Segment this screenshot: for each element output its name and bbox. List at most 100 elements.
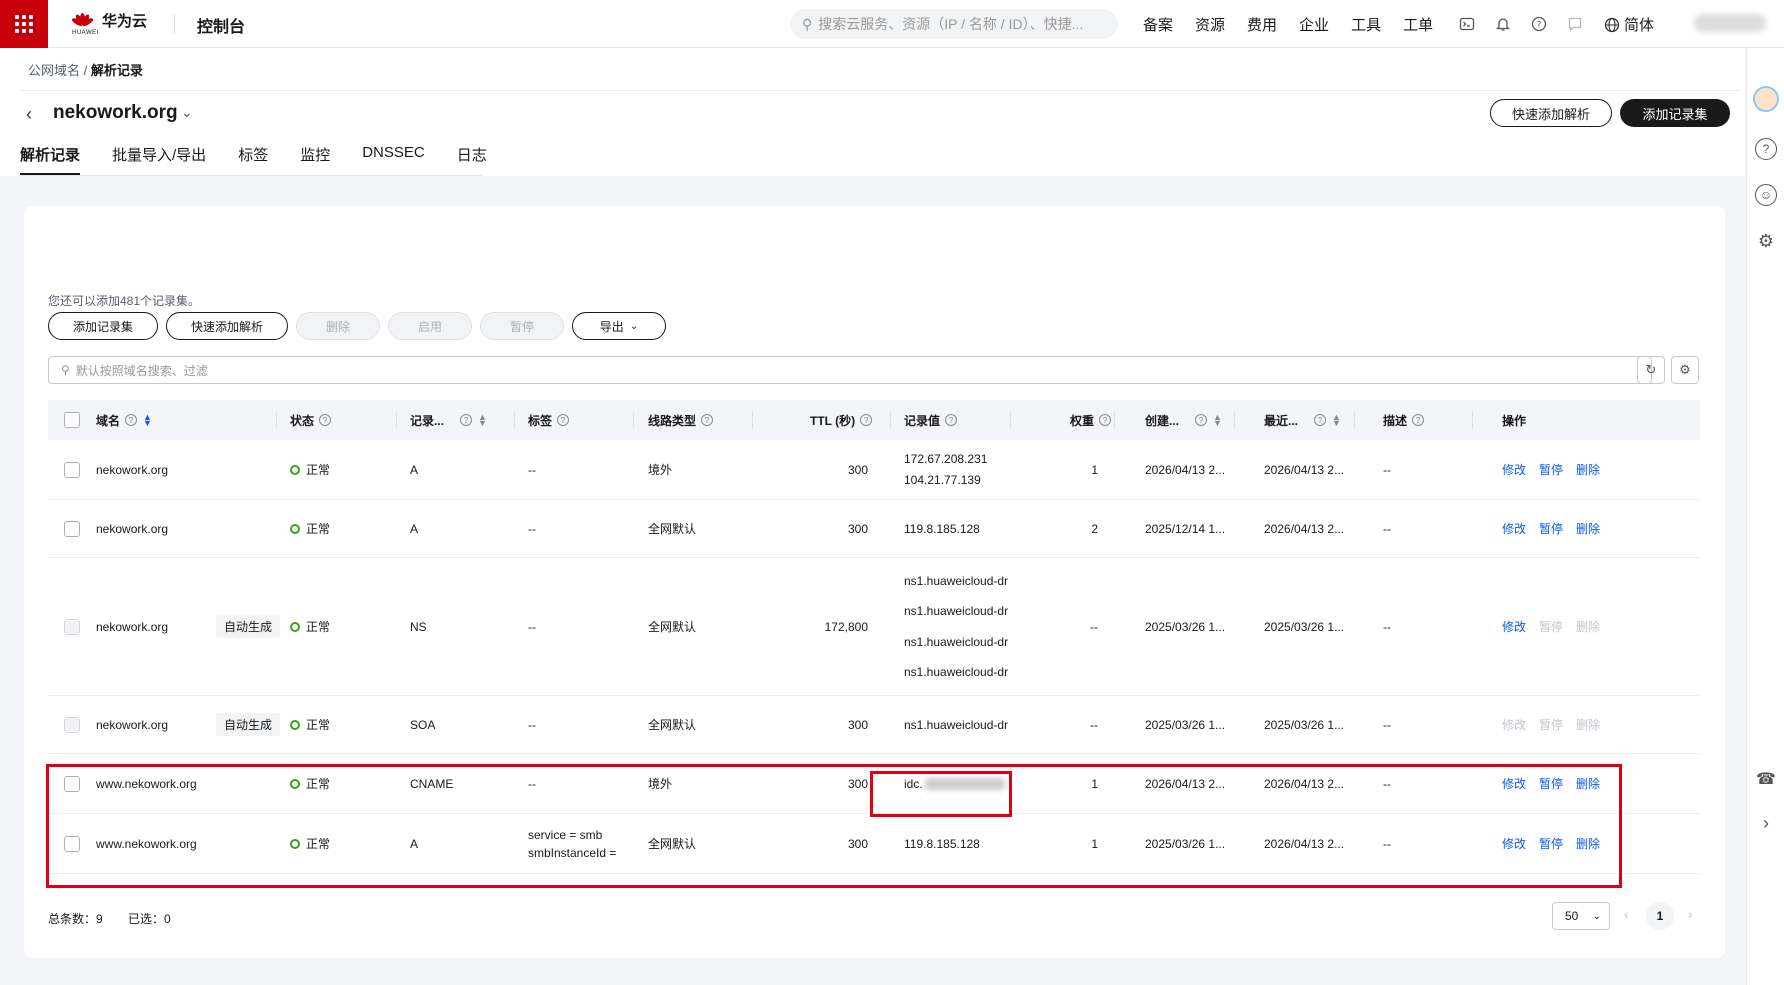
cell-line: 境外 xyxy=(648,463,673,477)
col-type[interactable]: 记录... ? ▲ ▼ xyxy=(410,400,487,440)
select-all-checkbox[interactable] xyxy=(64,412,80,428)
chevron-down-icon: ⌄ xyxy=(1592,910,1601,922)
help-icon[interactable]: ? xyxy=(860,414,873,426)
add-recordset-toolbar-button[interactable]: 添加记录集 xyxy=(48,312,158,340)
page-size-select[interactable]: 50 ⌄ xyxy=(1552,902,1610,930)
chevron-right-icon[interactable]: › xyxy=(1755,812,1777,834)
next-page-chevron-right-icon[interactable]: › xyxy=(1688,906,1693,922)
edit-link[interactable]: 修改 xyxy=(1502,775,1526,792)
delete-link[interactable]: 删除 xyxy=(1576,520,1600,537)
edit-link[interactable]: 修改 xyxy=(1502,835,1526,852)
console-title[interactable]: 控制台 xyxy=(197,13,245,37)
pause-link[interactable]: 暂停 xyxy=(1539,775,1563,792)
quick-add-resolution-button[interactable]: 快速添加解析 xyxy=(1490,99,1612,127)
current-page[interactable]: 1 xyxy=(1646,902,1674,930)
sort-icon[interactable]: ▲ ▼ xyxy=(1213,413,1222,428)
tab-records[interactable]: 解析记录 xyxy=(20,144,81,175)
cell-status: 正常 xyxy=(290,558,330,695)
row-checkbox[interactable] xyxy=(64,775,80,792)
pause-link[interactable]: 暂停 xyxy=(1539,716,1563,733)
edit-link[interactable]: 修改 xyxy=(1502,618,1526,635)
record-search-input[interactable]: ⚲ 默认按照域名搜索、过滤 xyxy=(48,356,1652,384)
help-icon[interactable]: ? xyxy=(945,414,958,426)
help-icon[interactable]: ? xyxy=(1195,414,1208,426)
user-account-menu[interactable] xyxy=(1694,14,1766,32)
prev-page-chevron-left-icon[interactable]: ‹ xyxy=(1624,906,1629,922)
nav-tools[interactable]: 工具 xyxy=(1351,14,1381,35)
terminal-icon[interactable] xyxy=(1456,13,1478,35)
tab-dnssec[interactable]: DNSSEC xyxy=(362,144,425,175)
sort-icon[interactable]: ▲ ▼ xyxy=(1332,413,1341,428)
help-icon[interactable]: ? xyxy=(701,414,714,426)
help-icon[interactable]: ? xyxy=(319,414,332,426)
help-icon[interactable]: ? xyxy=(460,414,473,426)
help-icon[interactable]: ? xyxy=(1314,414,1327,426)
quick-add-toolbar-button[interactable]: 快速添加解析 xyxy=(166,312,288,340)
export-dropdown-button[interactable]: 导出 ⌄ xyxy=(572,312,666,340)
delete-link[interactable]: 删除 xyxy=(1576,835,1600,852)
col-domain[interactable]: 域名 ? ▲ ▼ xyxy=(96,400,152,440)
col-separator xyxy=(396,412,397,428)
cell-tag: -- xyxy=(528,521,536,536)
tab-monitor[interactable]: 监控 xyxy=(300,144,330,175)
feedback-icon[interactable] xyxy=(1564,13,1586,35)
row-checkbox[interactable] xyxy=(64,835,80,852)
nav-filing[interactable]: 备案 xyxy=(1143,14,1173,35)
service-menu-button[interactable] xyxy=(0,0,48,48)
assistant-avatar-icon[interactable] xyxy=(1753,86,1779,112)
smiley-icon[interactable]: ☺ xyxy=(1755,184,1777,206)
add-recordset-button[interactable]: 添加记录集 xyxy=(1620,99,1730,127)
help-icon[interactable]: ? xyxy=(1412,414,1425,426)
delete-link[interactable]: 删除 xyxy=(1576,461,1600,478)
back-arrow-icon[interactable]: ‹ xyxy=(26,104,32,125)
sort-icon[interactable]: ▲ ▼ xyxy=(143,413,152,428)
edit-link[interactable]: 修改 xyxy=(1502,520,1526,537)
pause-toolbar-button[interactable]: 暂停 xyxy=(480,312,564,340)
pause-link[interactable]: 暂停 xyxy=(1539,461,1563,478)
enable-toolbar-button[interactable]: 启用 xyxy=(388,312,472,340)
headset-icon[interactable]: ☎ xyxy=(1755,768,1777,790)
nav-billing[interactable]: 费用 xyxy=(1247,14,1277,35)
pause-link[interactable]: 暂停 xyxy=(1539,835,1563,852)
global-search-input[interactable]: ⚲ 搜索云服务、资源（IP / 名称 / ID）、快捷... xyxy=(790,9,1118,39)
row-checkbox[interactable] xyxy=(64,520,80,537)
cell-line: 全网默认 xyxy=(648,620,697,634)
huawei-cloud-logo[interactable]: 华为云 xyxy=(70,10,147,31)
col-updated[interactable]: 最近... ? ▲ ▼ xyxy=(1264,400,1341,440)
sort-icon[interactable]: ▲ ▼ xyxy=(478,413,487,428)
delete-link[interactable]: 删除 xyxy=(1576,618,1600,635)
settings-gear-icon[interactable]: ⚙ xyxy=(1755,230,1777,252)
help-icon[interactable]: ? xyxy=(125,414,138,426)
row-checkbox[interactable] xyxy=(64,716,80,733)
row-checkbox[interactable] xyxy=(64,461,80,478)
help-icon[interactable]: ? xyxy=(1528,13,1550,35)
delete-toolbar-button[interactable]: 删除 xyxy=(296,312,380,340)
pause-link[interactable]: 暂停 xyxy=(1539,618,1563,635)
nav-resources[interactable]: 资源 xyxy=(1195,14,1225,35)
tab-tags[interactable]: 标签 xyxy=(238,144,268,175)
cell-desc: -- xyxy=(1383,462,1391,477)
col-created[interactable]: 创建... ? ▲ ▼ xyxy=(1145,400,1222,440)
help-icon[interactable]: ? xyxy=(1099,414,1112,426)
nav-enterprise[interactable]: 企业 xyxy=(1299,14,1329,35)
domain-switch-chevron-down-icon[interactable]: ⌄ xyxy=(181,104,193,121)
bell-icon[interactable] xyxy=(1492,13,1514,35)
edit-link[interactable]: 修改 xyxy=(1502,461,1526,478)
delete-link[interactable]: 删除 xyxy=(1576,716,1600,733)
row-checkbox[interactable] xyxy=(64,618,80,635)
cell-created: 2025/03/26 1... xyxy=(1145,836,1226,851)
status-text: 正常 xyxy=(306,522,331,536)
breadcrumb-parent[interactable]: 公网域名 xyxy=(28,63,80,78)
tab-logs[interactable]: 日志 xyxy=(457,144,487,175)
col-updated-label: 最近... xyxy=(1264,413,1299,428)
language-switch[interactable]: 简体 xyxy=(1604,14,1654,35)
delete-link[interactable]: 删除 xyxy=(1576,775,1600,792)
help-icon[interactable]: ? xyxy=(557,414,570,426)
pause-link[interactable]: 暂停 xyxy=(1539,520,1563,537)
refresh-button[interactable]: ↻ xyxy=(1637,356,1665,384)
nav-tickets[interactable]: 工单 xyxy=(1403,14,1433,35)
table-settings-button[interactable]: ⚙ xyxy=(1671,356,1699,384)
edit-link[interactable]: 修改 xyxy=(1502,716,1526,733)
help-circle-icon[interactable]: ? xyxy=(1755,138,1777,160)
tab-batch-import-export[interactable]: 批量导入/导出 xyxy=(112,144,206,175)
